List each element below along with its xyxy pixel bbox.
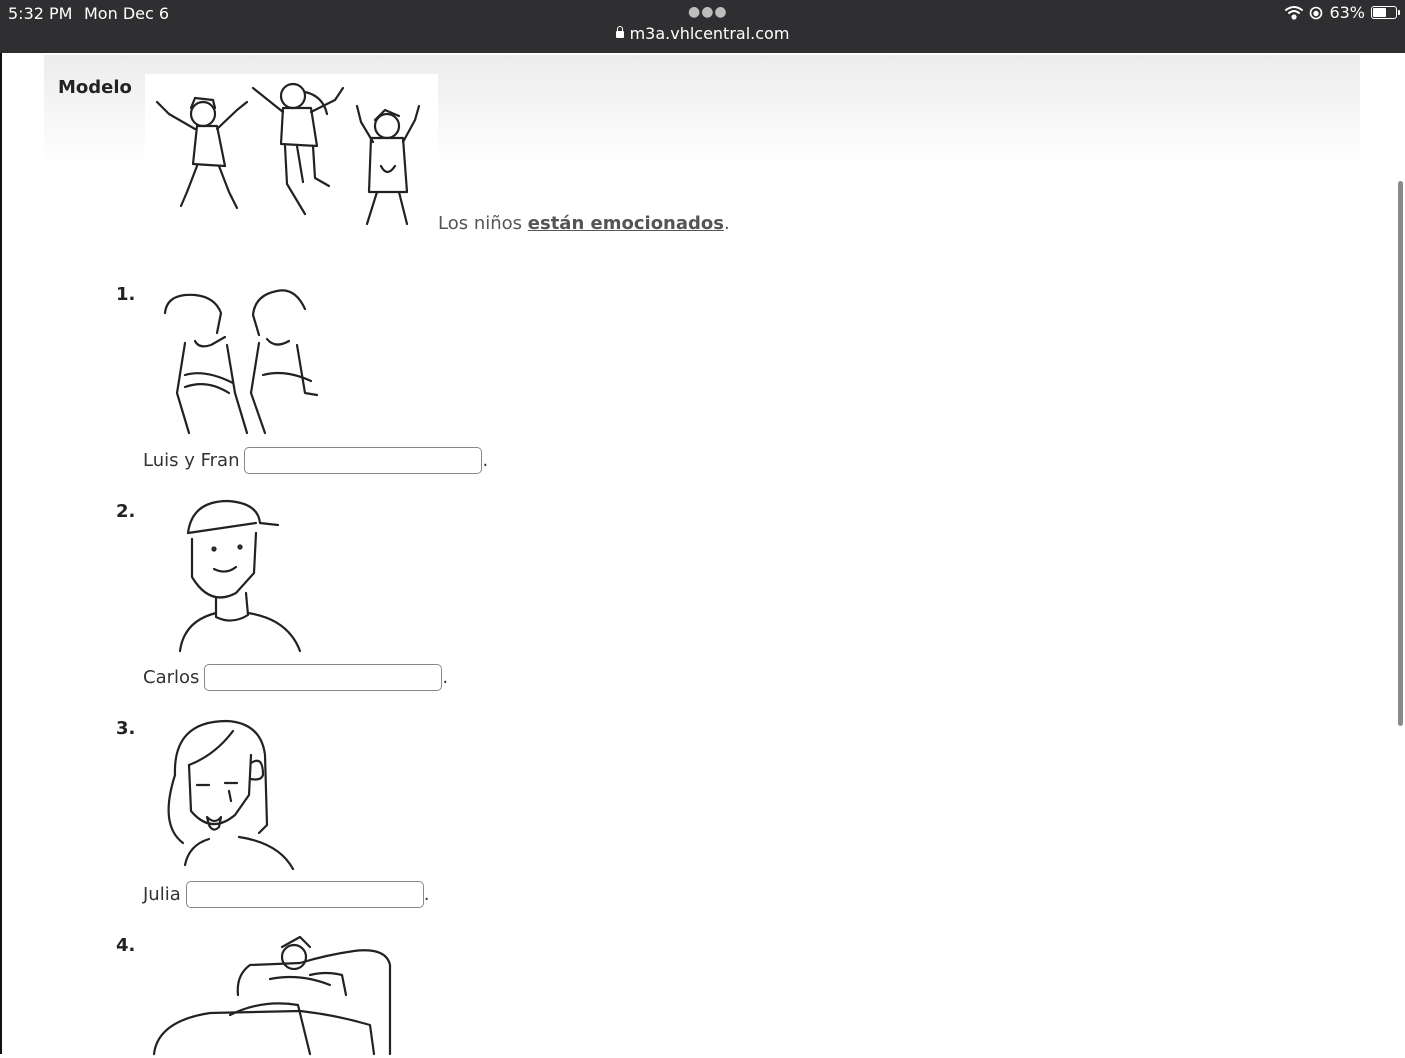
- battery-percent: 63%: [1329, 3, 1365, 22]
- item-3-line: Julia .: [143, 881, 429, 908]
- item-3-period: .: [423, 884, 430, 905]
- battery-icon: [1371, 6, 1400, 19]
- model-label: Modelo: [58, 77, 132, 98]
- lock-icon: [615, 26, 624, 38]
- item-1-period: .: [482, 450, 489, 471]
- item-2-illustration: [170, 495, 310, 653]
- model-illustration: [145, 74, 438, 236]
- status-date: Mon Dec 6: [84, 4, 170, 23]
- rotation-lock-icon: [1310, 6, 1323, 19]
- status-time: 5:32 PM: [8, 4, 73, 23]
- wifi-icon: [1285, 6, 1304, 20]
- address-bar[interactable]: m3a.vhlcentral.com: [0, 24, 1405, 43]
- item-1-number: 1.: [116, 284, 136, 305]
- item-4-number: 4.: [116, 935, 136, 956]
- model-sentence: Los niños están emocionados.: [438, 213, 730, 234]
- left-edge: [0, 53, 2, 1054]
- item-2-subject: Carlos: [143, 667, 200, 688]
- ios-status-bar: 5:32 PM Mon Dec 6 ●●● m3a.vhlcentral.com…: [0, 0, 1405, 53]
- page-content: Modelo Los niños están emocionados. 1. L…: [0, 53, 1405, 1056]
- item-3-number: 3.: [116, 718, 136, 739]
- item-1-illustration: [155, 283, 335, 435]
- item-2-line: Carlos .: [143, 664, 448, 691]
- item-1-answer-input[interactable]: [244, 447, 483, 474]
- model-answer: están emocionados: [527, 213, 724, 234]
- item-1-subject: Luis y Fran: [143, 450, 240, 471]
- vertical-scrollbar[interactable]: [1398, 181, 1403, 726]
- item-2-period: .: [442, 667, 449, 688]
- item-3-illustration: [155, 715, 305, 873]
- item-3-subject: Julia: [143, 884, 181, 905]
- multitasking-dots-icon[interactable]: ●●●: [688, 4, 728, 20]
- item-2-number: 2.: [116, 501, 136, 522]
- item-3-answer-input[interactable]: [185, 881, 424, 908]
- battery-fill: [1373, 8, 1386, 17]
- model-sentence-start: Los niños: [438, 213, 528, 234]
- item-4-illustration: [150, 935, 400, 1056]
- status-indicators: 63%: [1285, 3, 1400, 22]
- item-2-answer-input[interactable]: [204, 664, 443, 691]
- item-1-line: Luis y Fran .: [143, 447, 488, 474]
- model-period: .: [723, 213, 730, 234]
- url-text: m3a.vhlcentral.com: [629, 24, 790, 43]
